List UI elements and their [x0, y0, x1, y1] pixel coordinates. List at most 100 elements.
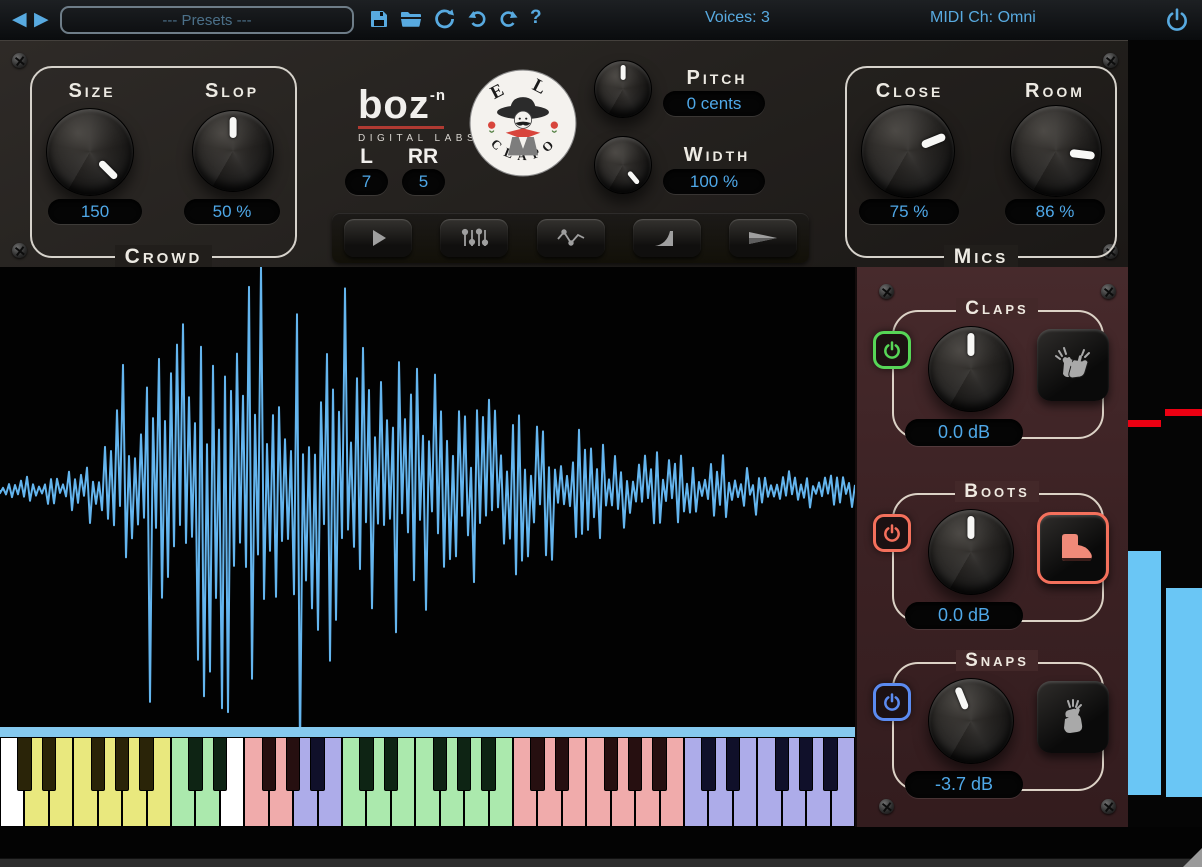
piano-key-black[interactable]	[628, 737, 642, 791]
preset-label: --- Presets ---	[162, 12, 251, 29]
close-value[interactable]: 75 %	[859, 199, 959, 224]
piano-key-black[interactable]	[433, 737, 447, 791]
room-knob[interactable]	[1010, 105, 1102, 197]
piano-key-black[interactable]	[726, 737, 740, 791]
bottom-margin	[0, 827, 1202, 858]
preset-prev-button[interactable]: ◀	[12, 7, 27, 33]
snaps-sample-button[interactable]	[1037, 681, 1109, 753]
piano-key-black[interactable]	[775, 737, 789, 791]
boots-sample-button[interactable]	[1037, 512, 1109, 584]
keyboard-range-strip	[0, 727, 855, 737]
power-icon	[882, 339, 902, 361]
waveform-display[interactable]	[0, 267, 855, 727]
piano-key-black[interactable]	[652, 737, 666, 791]
wide-arrow-icon	[745, 226, 781, 250]
piano-key-black[interactable]	[262, 737, 276, 791]
piano-key-black[interactable]	[481, 737, 495, 791]
level-meter-column	[1128, 40, 1202, 867]
preset-next-button[interactable]: ▶	[34, 7, 49, 33]
slop-value[interactable]: 50 %	[184, 199, 280, 224]
width-value[interactable]: 100 %	[663, 169, 765, 194]
boots-power-button[interactable]	[873, 514, 911, 552]
piano-key-black[interactable]	[604, 737, 618, 791]
rr-value[interactable]: 5	[402, 169, 445, 195]
peak-hold-marker	[1128, 420, 1161, 427]
rr-label: RR	[400, 145, 446, 169]
waveform-trace	[0, 267, 855, 727]
screw-icon	[12, 53, 27, 68]
midi-channel-indicator[interactable]: MIDI Ch: Omni	[930, 9, 1036, 27]
folder-icon[interactable]	[398, 6, 424, 32]
piano-key-black[interactable]	[115, 737, 129, 791]
size-value[interactable]: 150	[48, 199, 142, 224]
mixer-button[interactable]	[440, 219, 508, 257]
piano-key-black[interactable]	[384, 737, 398, 791]
room-value[interactable]: 86 %	[1005, 199, 1105, 224]
export-button[interactable]	[729, 219, 797, 257]
piano-key-black[interactable]	[286, 737, 300, 791]
main-panel: Size 150 Slop 50 % Crowd boz-n DIGITAL L…	[0, 40, 1128, 268]
piano-key-black[interactable]	[91, 737, 105, 791]
mixer-faders-icon	[459, 226, 489, 250]
snaps-power-button[interactable]	[873, 683, 911, 721]
resize-handle-icon[interactable]	[1183, 848, 1202, 867]
piano-key-black[interactable]	[310, 737, 324, 791]
peak-hold-marker	[1165, 409, 1202, 416]
snaps-volume-knob[interactable]	[928, 678, 1014, 764]
mics-section-label: Mics	[944, 245, 1019, 268]
boz-logo-subtitle: DIGITAL LABS	[358, 133, 478, 144]
envelope-button[interactable]	[537, 219, 605, 257]
edit-toolbar	[332, 213, 809, 263]
snaps-volume-value[interactable]: -3.7 dB	[905, 771, 1023, 798]
power-icon[interactable]	[1164, 7, 1190, 33]
undo-icon[interactable]	[464, 6, 490, 32]
claps-sample-button[interactable]	[1037, 329, 1109, 401]
close-knob[interactable]	[861, 104, 955, 198]
piano-key-black[interactable]	[359, 737, 373, 791]
piano-key-black[interactable]	[555, 737, 569, 791]
save-icon[interactable]	[366, 6, 392, 32]
power-icon	[882, 522, 902, 544]
l-label: L	[345, 145, 388, 169]
claps-volume-knob[interactable]	[928, 326, 1014, 412]
width-knob[interactable]	[594, 136, 652, 194]
power-icon	[882, 691, 902, 713]
piano-key-black[interactable]	[139, 737, 153, 791]
claps-volume-value[interactable]: 0.0 dB	[905, 419, 1023, 446]
piano-key-black[interactable]	[17, 737, 31, 791]
mics-group: Close 75 % Room 86 % Mics	[845, 66, 1117, 258]
width-label: Width	[652, 144, 782, 167]
voices-indicator[interactable]: Voices: 3	[705, 9, 770, 27]
slop-knob[interactable]	[192, 110, 274, 192]
piano-key-black[interactable]	[823, 737, 837, 791]
piano-key-black[interactable]	[701, 737, 715, 791]
piano-keyboard[interactable]	[0, 737, 855, 827]
fade-button[interactable]	[633, 219, 701, 257]
piano-key-black[interactable]	[530, 737, 544, 791]
refresh-icon[interactable]	[432, 6, 458, 32]
claps-power-button[interactable]	[873, 331, 911, 369]
crowd-group: Size 150 Slop 50 % Crowd	[30, 66, 297, 258]
l-value[interactable]: 7	[345, 169, 388, 195]
level-meter-bar	[1128, 551, 1161, 795]
snap-fingers-icon	[1051, 695, 1095, 739]
boots-label: Boots	[955, 481, 1039, 502]
channel-snaps: Snaps -3.7 dB	[857, 619, 1130, 804]
help-button[interactable]: ?	[530, 7, 542, 29]
piano-key-black[interactable]	[42, 737, 56, 791]
pitch-value[interactable]: 0 cents	[663, 91, 765, 116]
piano-key-black[interactable]	[799, 737, 813, 791]
piano-key-black[interactable]	[457, 737, 471, 791]
play-button[interactable]	[344, 219, 412, 257]
piano-key-black[interactable]	[213, 737, 227, 791]
screw-icon	[1103, 53, 1118, 68]
size-knob[interactable]	[46, 108, 134, 196]
fade-curve-icon	[652, 226, 682, 250]
preset-selector[interactable]: --- Presets ---	[60, 6, 354, 34]
boots-volume-knob[interactable]	[928, 509, 1014, 595]
piano-key-black[interactable]	[188, 737, 202, 791]
boot-icon	[1050, 525, 1096, 571]
pitch-knob[interactable]	[594, 60, 652, 118]
screw-icon	[12, 243, 27, 258]
redo-icon[interactable]	[496, 6, 522, 32]
